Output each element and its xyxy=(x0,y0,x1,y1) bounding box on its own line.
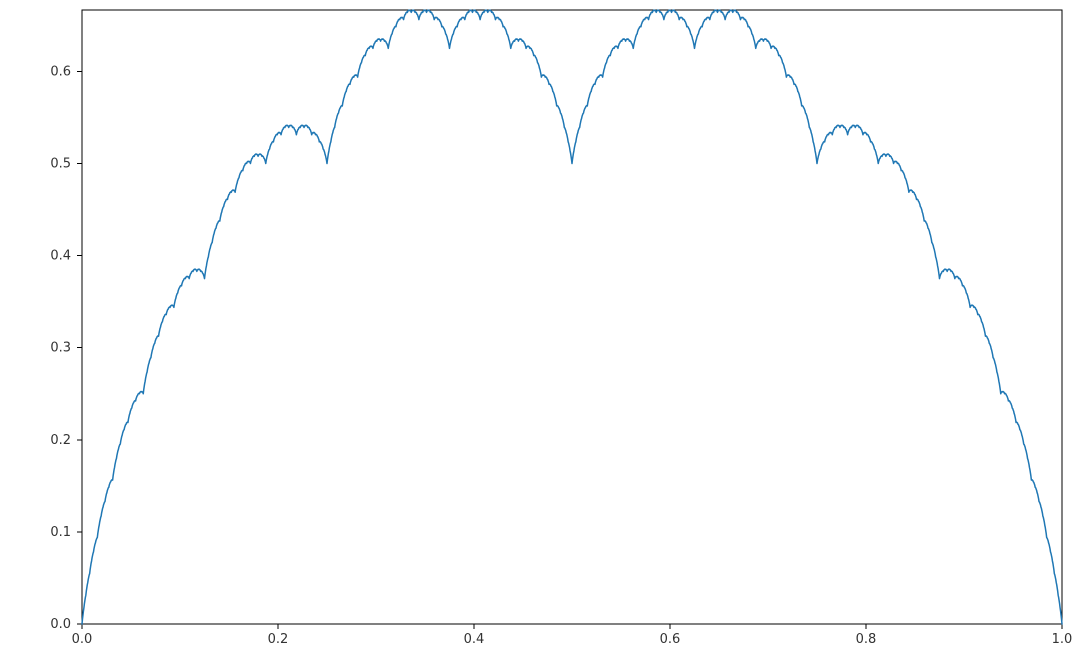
y-tick-label: 0.3 xyxy=(50,341,71,356)
y-tick-label: 0.0 xyxy=(50,617,71,632)
y-tick-label: 0.1 xyxy=(50,525,71,540)
y-tick-label: 0.4 xyxy=(50,249,71,264)
x-tick-label: 1.0 xyxy=(1052,632,1072,647)
series-line xyxy=(82,10,1062,624)
line-chart: 0.0 0.2 0.4 0.6 0.8 1.0 0.0 0.1 0.2 0.3 0.4 0.5 0.6 xyxy=(0,0,1072,663)
x-tick-label: 0.4 xyxy=(464,632,485,647)
x-tick-label: 0.0 xyxy=(72,632,93,647)
y-tick-label: 0.2 xyxy=(50,433,71,448)
chart-container: 0.0 0.2 0.4 0.6 0.8 1.0 0.0 0.1 0.2 0.3 0.4 0.5 0.6 xyxy=(0,0,1072,663)
x-tick-label: 0.6 xyxy=(660,632,681,647)
plot-frame xyxy=(82,10,1062,624)
y-axis-ticks: 0.0 0.1 0.2 0.3 0.4 0.5 0.6 xyxy=(50,64,82,632)
x-tick-label: 0.8 xyxy=(856,632,877,647)
x-axis-ticks: 0.0 0.2 0.4 0.6 0.8 1.0 xyxy=(72,624,1072,647)
x-tick-label: 0.2 xyxy=(268,632,289,647)
y-tick-label: 0.6 xyxy=(50,64,71,79)
y-tick-label: 0.5 xyxy=(50,157,71,172)
